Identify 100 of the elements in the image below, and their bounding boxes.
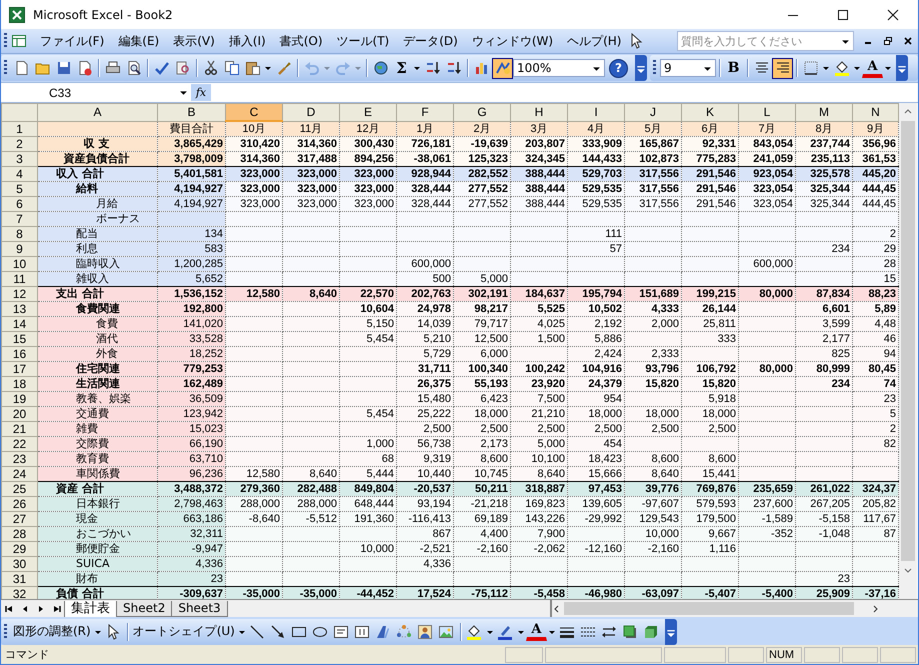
row-header[interactable]: 6 bbox=[2, 196, 38, 212]
column-header[interactable]: N bbox=[852, 104, 898, 121]
table-cell: 外食 bbox=[38, 346, 158, 362]
table-cell: 500 bbox=[396, 272, 454, 286]
help-button[interactable]: ? bbox=[609, 58, 628, 78]
row-header[interactable]: 18 bbox=[2, 376, 38, 392]
table-cell: -2,160 bbox=[624, 542, 682, 556]
table-cell: 867 bbox=[396, 526, 454, 542]
table-cell: -5,458 bbox=[510, 586, 568, 599]
table-cell: 4,333 bbox=[624, 302, 682, 316]
menu-item[interactable]: ツール(T) bbox=[330, 30, 396, 52]
table-cell: 23,920 bbox=[510, 376, 568, 392]
help-search-field[interactable]: 質問を入力してください bbox=[677, 31, 854, 51]
sheet-tab[interactable]: 集計表 bbox=[64, 601, 117, 617]
table-cell: 769,876 bbox=[682, 482, 738, 496]
table-cell: 117,67 bbox=[852, 512, 898, 526]
column-header[interactable]: E bbox=[340, 104, 396, 121]
table-cell: -35,000 bbox=[282, 586, 340, 599]
column-header[interactable]: I bbox=[568, 104, 624, 121]
font-color-button[interactable]: A bbox=[862, 58, 883, 78]
row-header[interactable]: 10 bbox=[2, 256, 38, 272]
row-header[interactable]: 14 bbox=[2, 316, 38, 332]
column-header[interactable]: L bbox=[738, 104, 796, 121]
row-header[interactable]: 8 bbox=[2, 226, 38, 242]
row-header[interactable]: 4 bbox=[2, 166, 38, 182]
row-header[interactable]: 12 bbox=[2, 286, 38, 302]
row-header[interactable]: 16 bbox=[2, 346, 38, 362]
table-cell: -75,112 bbox=[454, 586, 510, 599]
menu-item[interactable]: ヘルプ(H) bbox=[560, 30, 628, 52]
menu-item[interactable]: データ(D) bbox=[396, 30, 465, 52]
row-header[interactable]: 19 bbox=[2, 392, 38, 406]
column-header[interactable]: H bbox=[510, 104, 568, 121]
autosum-button[interactable]: Σ bbox=[391, 58, 412, 78]
menu-item[interactable]: 挿入(I) bbox=[222, 30, 273, 52]
table-cell: -5,407 bbox=[682, 586, 738, 599]
row-header[interactable]: 11 bbox=[2, 272, 38, 286]
table-cell: 317,556 bbox=[624, 182, 682, 196]
bold-button[interactable]: B bbox=[723, 58, 744, 78]
row-header[interactable]: 1 bbox=[2, 121, 38, 136]
column-header[interactable]: A bbox=[38, 104, 158, 121]
table-cell: 74 bbox=[852, 376, 898, 392]
table-cell: 28 bbox=[852, 256, 898, 272]
font-color-button[interactable]: A bbox=[526, 622, 547, 641]
row-header[interactable]: 29 bbox=[2, 542, 38, 556]
row-header[interactable]: 3 bbox=[2, 152, 38, 166]
row-header[interactable]: 24 bbox=[2, 466, 38, 482]
sheet-tab[interactable]: Sheet2 bbox=[116, 601, 172, 617]
column-header[interactable]: B bbox=[158, 104, 226, 121]
table-cell: 8,600 bbox=[454, 452, 510, 466]
row-header[interactable]: 26 bbox=[2, 496, 38, 512]
row-header[interactable]: 32 bbox=[2, 586, 38, 599]
table-cell: 5月 bbox=[624, 121, 682, 136]
column-header[interactable]: K bbox=[682, 104, 738, 121]
table-cell: 4,336 bbox=[158, 556, 226, 572]
table-cell: 1,536,152 bbox=[158, 286, 226, 302]
row-header[interactable]: 25 bbox=[2, 482, 38, 496]
menu-item[interactable]: 編集(E) bbox=[111, 30, 166, 52]
column-header[interactable]: F bbox=[396, 104, 454, 121]
table-cell: 100,242 bbox=[510, 362, 568, 376]
table-cell: 2,500 bbox=[454, 422, 510, 436]
table-cell: 600,000 bbox=[738, 256, 796, 272]
toolbar-menu[interactable]: オートシェイプ(U) bbox=[130, 623, 237, 640]
row-header[interactable]: 30 bbox=[2, 556, 38, 572]
font-size-field[interactable]: 9 bbox=[660, 59, 716, 77]
row-header[interactable]: 5 bbox=[2, 182, 38, 196]
menu-item[interactable]: 表示(V) bbox=[166, 30, 222, 52]
row-header[interactable]: 27 bbox=[2, 512, 38, 526]
row-header[interactable]: 23 bbox=[2, 452, 38, 466]
row-header[interactable]: 22 bbox=[2, 436, 38, 452]
row-header[interactable]: 2 bbox=[2, 136, 38, 152]
table-cell: 50,211 bbox=[454, 482, 510, 496]
row-header[interactable]: 13 bbox=[2, 302, 38, 316]
menu-item[interactable]: ウィンドウ(W) bbox=[464, 30, 560, 52]
zoom-field[interactable]: 100% bbox=[513, 59, 605, 77]
menu-item[interactable]: ファイル(F) bbox=[33, 30, 112, 52]
column-header[interactable]: C bbox=[226, 104, 282, 121]
row-header[interactable]: 20 bbox=[2, 406, 38, 422]
table-cell: 843,054 bbox=[738, 136, 796, 152]
column-header[interactable]: M bbox=[796, 104, 852, 121]
table-cell: 1,500 bbox=[510, 332, 568, 346]
sheet-tab[interactable]: Sheet3 bbox=[171, 601, 228, 617]
table-cell: 234 bbox=[796, 242, 852, 256]
row-header[interactable]: 21 bbox=[2, 422, 38, 436]
table-cell: 96,236 bbox=[158, 466, 226, 482]
row-header[interactable]: 17 bbox=[2, 362, 38, 376]
column-header[interactable]: J bbox=[624, 104, 682, 121]
row-header[interactable]: 31 bbox=[2, 572, 38, 586]
row-header[interactable]: 9 bbox=[2, 242, 38, 256]
row-header[interactable]: 28 bbox=[2, 526, 38, 542]
menu-item[interactable]: 書式(O) bbox=[272, 30, 330, 52]
toolbar-menu[interactable]: 図形の調整(R) bbox=[11, 623, 93, 640]
table-cell: 6,601 bbox=[796, 302, 852, 316]
function-button[interactable]: fx bbox=[191, 84, 211, 101]
column-header[interactable]: D bbox=[282, 104, 340, 121]
row-header[interactable]: 7 bbox=[2, 212, 38, 226]
column-header[interactable]: G bbox=[454, 104, 510, 121]
table-cell: 323,000 bbox=[226, 196, 282, 212]
table-cell: 894,256 bbox=[340, 152, 396, 166]
table-cell: 2,500 bbox=[568, 422, 624, 436]
row-header[interactable]: 15 bbox=[2, 332, 38, 346]
